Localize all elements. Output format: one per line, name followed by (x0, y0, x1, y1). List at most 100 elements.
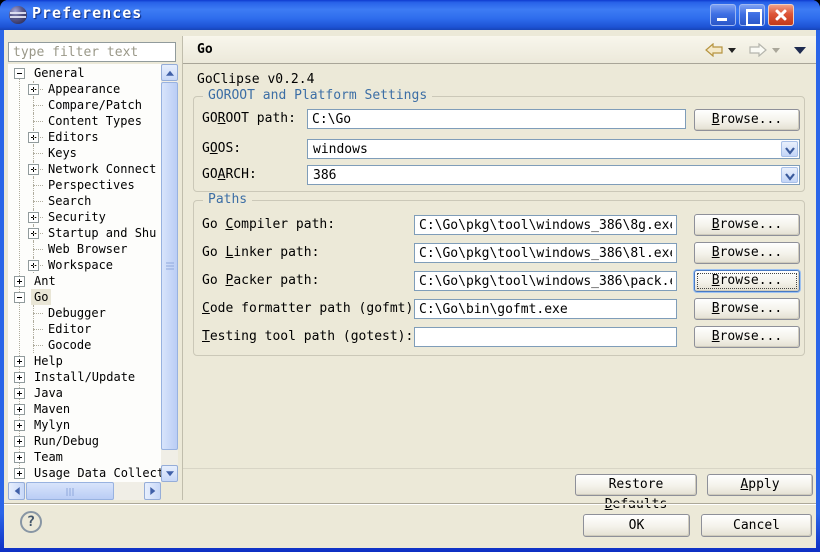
gofmt-path-label: Code formatter path (gofmt): (202, 301, 421, 316)
tree-item-debugger[interactable]: Debugger (8, 305, 161, 321)
minimize-icon[interactable] (710, 4, 736, 26)
linker-path-input[interactable] (414, 243, 677, 263)
tree-item-editors[interactable]: Editors (8, 129, 161, 145)
eclipse-icon (9, 6, 27, 24)
plugin-version-label: GoClipse v0.2.4 (197, 72, 314, 87)
expand-icon[interactable] (14, 468, 25, 479)
expand-icon[interactable] (14, 356, 25, 367)
goarch-combo[interactable]: 386 (307, 165, 800, 185)
tree-item-network-connections[interactable]: Network Connect (8, 161, 161, 177)
scrollbar-corner (161, 482, 178, 500)
goos-combo[interactable]: windows (307, 139, 800, 159)
tree-item-startup-and-shutdown[interactable]: Startup and Shu (8, 225, 161, 241)
ok-button[interactable]: OK (583, 514, 690, 537)
window-title: Preferences (32, 4, 142, 22)
tree-item-security[interactable]: Security (8, 209, 161, 225)
gofmt-browse-button[interactable]: Browse... (694, 298, 800, 320)
goroot-settings-group: GOROOT and Platform Settings GOROOT path… (193, 96, 805, 192)
tree-item-web-browser[interactable]: Web Browser (8, 241, 161, 257)
tree-item-maven[interactable]: Maven (8, 401, 161, 417)
tree-item-keys[interactable]: Keys (8, 145, 161, 161)
packer-browse-button[interactable]: Browse... (694, 270, 800, 292)
tree-item-ant[interactable]: Ant (8, 273, 161, 289)
expand-icon[interactable] (14, 404, 25, 415)
close-icon[interactable] (768, 4, 794, 26)
forward-arrow-icon (748, 43, 768, 57)
expand-icon[interactable] (14, 388, 25, 399)
tree-item-gocode[interactable]: Gocode (8, 337, 161, 353)
back-history-dropdown-icon[interactable] (728, 48, 736, 57)
tree-item-team[interactable]: Team (8, 449, 161, 465)
tree-horizontal-scrollbar[interactable] (8, 482, 161, 500)
restore-defaults-button[interactable]: Restore Defaults (575, 474, 697, 496)
scroll-right-icon[interactable] (144, 482, 161, 500)
tree-item-content-types[interactable]: Content Types (8, 113, 161, 129)
scroll-left-icon[interactable] (8, 482, 25, 500)
scroll-up-icon[interactable] (161, 64, 178, 81)
tree-vertical-scrollbar[interactable] (161, 64, 178, 482)
tree-item-general[interactable]: General (8, 65, 161, 81)
tree-item-perspectives[interactable]: Perspectives (8, 177, 161, 193)
cancel-button[interactable]: Cancel (701, 514, 812, 537)
maximize-icon[interactable] (739, 4, 765, 26)
packer-path-label: Go Packer path: (202, 273, 319, 288)
dialog-separator (4, 503, 816, 505)
goos-label: GOOS: (202, 141, 241, 156)
help-icon[interactable]: ? (20, 511, 42, 533)
apply-button[interactable]: Apply (707, 474, 813, 496)
goroot-path-input[interactable] (307, 109, 686, 129)
group-title: Paths (203, 192, 252, 207)
expand-icon[interactable] (14, 276, 25, 287)
expand-icon[interactable] (28, 164, 39, 175)
tree-item-search[interactable]: Search (8, 193, 161, 209)
back-arrow-icon[interactable] (704, 43, 724, 57)
compiler-browse-button[interactable]: Browse... (694, 214, 800, 236)
expand-icon[interactable] (14, 452, 25, 463)
expand-icon[interactable] (28, 260, 39, 271)
tree-item-compare-patch[interactable]: Compare/Patch (8, 97, 161, 113)
expand-icon[interactable] (28, 228, 39, 239)
expand-icon[interactable] (14, 372, 25, 383)
tree-item-install-update[interactable]: Install/Update (8, 369, 161, 385)
goarch-label: GOARCH: (202, 167, 257, 182)
view-menu-icon[interactable] (794, 47, 806, 60)
collapse-icon[interactable] (14, 68, 25, 79)
expand-icon[interactable] (14, 436, 25, 447)
expand-icon[interactable] (28, 84, 39, 95)
vertical-scroll-thumb[interactable] (161, 82, 178, 450)
tree-item-appearance[interactable]: Appearance (8, 81, 161, 97)
expand-icon[interactable] (28, 212, 39, 223)
filter-input[interactable] (8, 42, 176, 62)
expand-icon[interactable] (14, 420, 25, 431)
page-header: Go (183, 36, 816, 64)
expand-icon[interactable] (28, 132, 39, 143)
go-preference-page: GoClipse v0.2.4 GOROOT and Platform Sett… (183, 64, 816, 498)
tree-item-editor[interactable]: Editor (8, 321, 161, 337)
tree-item-help[interactable]: Help (8, 353, 161, 369)
linker-browse-button[interactable]: Browse... (694, 242, 800, 264)
title-bar[interactable]: Preferences (0, 0, 820, 30)
preferences-dialog: Preferences General Appearance Compare/P… (0, 0, 820, 552)
gotest-path-input[interactable] (414, 327, 677, 347)
linker-path-label: Go Linker path: (202, 245, 319, 260)
chevron-down-icon[interactable] (781, 141, 798, 157)
gotest-path-label: Testing tool path (gotest): (202, 329, 413, 344)
collapse-icon[interactable] (14, 292, 25, 303)
tree-item-go[interactable]: Go (8, 289, 161, 305)
goroot-browse-button[interactable]: Browse... (694, 109, 800, 131)
packer-path-input[interactable] (414, 271, 677, 291)
tree-item-workspace[interactable]: Workspace (8, 257, 161, 273)
tree-item-mylyn[interactable]: Mylyn (8, 417, 161, 433)
tree-item-java[interactable]: Java (8, 385, 161, 401)
chevron-down-icon[interactable] (781, 167, 798, 183)
preferences-tree: General Appearance Compare/Patch Content… (8, 64, 161, 482)
gotest-browse-button[interactable]: Browse... (694, 326, 800, 348)
scroll-down-icon[interactable] (161, 465, 178, 482)
compiler-path-input[interactable] (414, 215, 677, 235)
page-footer-divider (183, 468, 816, 469)
tree-item-run-debug[interactable]: Run/Debug (8, 433, 161, 449)
horizontal-scroll-thumb[interactable] (26, 482, 114, 500)
paths-group: Paths Go Compiler path: Browse... Go Lin… (193, 200, 805, 356)
gofmt-path-input[interactable] (414, 299, 677, 319)
tree-item-usage-data-collector[interactable]: Usage Data Collect (8, 465, 161, 481)
